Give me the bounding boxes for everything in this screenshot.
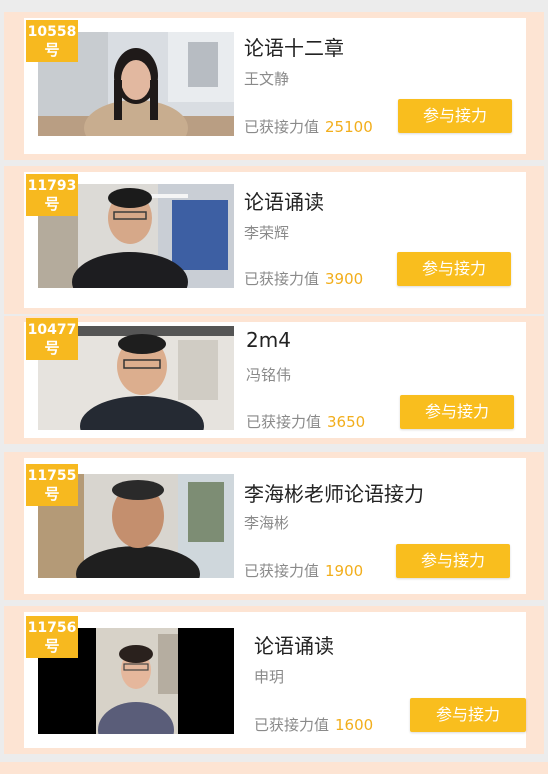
relay-label: 已获接力值 xyxy=(254,716,330,734)
relay-stat: 已获接力值 25100 xyxy=(244,116,373,137)
next-card-edge xyxy=(0,762,548,774)
entry-number-suffix: 号 xyxy=(44,195,60,213)
video-card[interactable]: 10558 号 论语十二章 王文静 已获接力值 25100 参与接力 xyxy=(4,12,544,160)
join-relay-button[interactable]: 参与接力 xyxy=(397,252,511,286)
author-name: 李海彬 xyxy=(244,514,290,532)
join-relay-button[interactable]: 参与接力 xyxy=(410,698,526,732)
entry-number-suffix: 号 xyxy=(44,637,60,655)
author-name: 李荣辉 xyxy=(244,224,290,242)
entry-number-badge: 10477 号 xyxy=(26,318,78,360)
author-name: 冯铭伟 xyxy=(246,366,292,384)
entry-number-suffix: 号 xyxy=(44,339,60,357)
relay-value: 3900 xyxy=(325,270,364,288)
join-relay-button[interactable]: 参与接力 xyxy=(398,99,512,133)
video-title[interactable]: 论语诵读 xyxy=(254,630,334,659)
relay-stat: 已获接力值 1600 xyxy=(254,714,373,735)
video-title[interactable]: 李海彬老师论语接力 xyxy=(244,478,424,507)
entry-number-badge: 11755 号 xyxy=(26,464,78,506)
entry-number: 11755 xyxy=(27,468,77,484)
video-title[interactable]: 论语诵读 xyxy=(244,186,324,215)
video-title[interactable]: 论语十二章 xyxy=(244,32,344,61)
relay-stat: 已获接力值 3900 xyxy=(244,268,363,289)
entry-number: 11756 xyxy=(27,620,77,636)
author-name: 申玥 xyxy=(254,668,285,686)
relay-value: 1900 xyxy=(325,562,364,580)
relay-value: 1600 xyxy=(335,716,374,734)
video-card[interactable]: 11755 号 李海彬老师论语接力 李海彬 已获接力值 1900 参与接力 xyxy=(4,452,544,600)
relay-label: 已获接力值 xyxy=(244,118,320,136)
video-card[interactable]: 11793 号 论语诵读 李荣辉 已获接力值 3900 参与接力 xyxy=(4,166,544,314)
relay-value: 25100 xyxy=(325,118,373,136)
join-relay-button[interactable]: 参与接力 xyxy=(400,395,514,429)
relay-label: 已获接力值 xyxy=(244,270,320,288)
entry-number: 10477 xyxy=(27,322,77,338)
video-card[interactable]: 10477 号 2m4 冯铭伟 已获接力值 3650 参与接力 xyxy=(4,316,544,444)
relay-value: 3650 xyxy=(327,413,366,431)
entry-number-suffix: 号 xyxy=(44,485,60,503)
entry-number: 10558 xyxy=(27,24,77,40)
join-relay-button[interactable]: 参与接力 xyxy=(396,544,510,578)
entry-number-suffix: 号 xyxy=(44,41,60,59)
relay-label: 已获接力值 xyxy=(244,562,320,580)
relay-label: 已获接力值 xyxy=(246,413,322,431)
video-title[interactable]: 2m4 xyxy=(246,328,291,352)
relay-stat: 已获接力值 3650 xyxy=(246,411,365,432)
video-card[interactable]: 11756 号 论语诵读 申玥 已获接力值 1600 参与接力 xyxy=(4,606,544,754)
author-name: 王文静 xyxy=(244,70,290,88)
entry-number-badge: 11756 号 xyxy=(26,616,78,658)
relay-stat: 已获接力值 1900 xyxy=(244,560,363,581)
entry-number-badge: 11793 号 xyxy=(26,174,78,216)
entry-number: 11793 xyxy=(27,178,77,194)
entry-number-badge: 10558 号 xyxy=(26,20,78,62)
